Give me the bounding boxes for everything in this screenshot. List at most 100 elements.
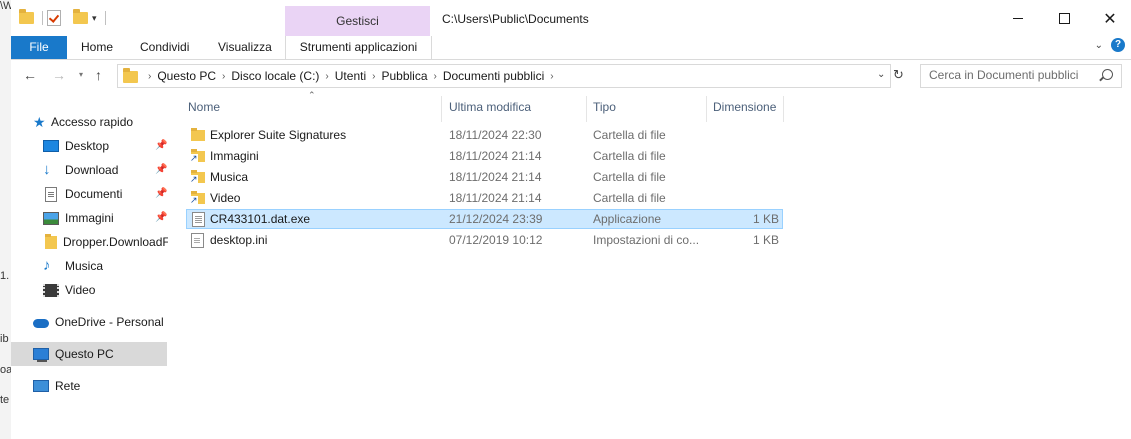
search-input[interactable] [921,65,1099,85]
title-bar: ▾ Gestisci C:\Users\Public\Documents ✕ [11,0,1131,37]
new-folder-icon[interactable] [73,9,88,24]
folder-shortcut-icon [190,170,205,184]
nav-item-label: Immagini [65,211,114,225]
breadcrumb-separator[interactable]: › [222,71,225,82]
column-header-modified[interactable]: Ultima modifica [449,98,579,117]
file-row-selected[interactable]: CR433101.dat.exe 21/12/2024 23:39 Applic… [186,209,783,229]
file-name: Video [210,191,241,205]
column-header-size[interactable]: Dimensione [713,98,783,117]
file-modified: 21/12/2024 23:39 [449,212,543,226]
file-size [711,125,779,145]
nav-item-onedrive[interactable]: OneDrive - Personal [33,310,171,334]
file-row[interactable]: Immagini 18/11/2024 21:14 Cartella di fi… [186,146,783,166]
file-row[interactable]: desktop.ini 07/12/2019 10:12 Impostazion… [186,230,783,250]
toolbar-separator [104,11,106,25]
document-icon [45,186,57,202]
column-divider[interactable] [783,96,784,122]
tab-share[interactable]: Condividi [140,36,189,59]
tab-view[interactable]: Visualizza [218,36,272,59]
refresh-icon[interactable]: ↻ [893,67,904,83]
maximize-button[interactable] [1041,0,1087,37]
folder-icon [123,68,138,83]
nav-item-label: Video [65,283,96,297]
expand-ribbon-chevron-icon[interactable]: ⌄ [1095,40,1103,51]
nav-item-dropper-folder[interactable]: Dropper.DownloadF [45,230,171,254]
pin-icon[interactable]: 📌 [155,164,167,175]
file-size [711,146,779,166]
file-row[interactable]: Video 18/11/2024 21:14 Cartella di file [186,188,783,208]
help-icon[interactable]: ? [1111,38,1125,52]
forward-button[interactable]: → [52,67,66,83]
pin-icon[interactable]: 📌 [155,188,167,199]
breadcrumb-item[interactable]: Pubblica [381,69,427,83]
close-button[interactable]: ✕ [1087,0,1131,37]
nav-item-desktop[interactable]: Desktop [43,134,171,158]
file-row[interactable]: Musica 18/11/2024 21:14 Cartella di file [186,167,783,187]
address-history-chevron-icon[interactable]: ⌄ [877,69,885,80]
breadcrumb-item[interactable]: Questo PC [157,69,216,83]
ini-file-icon [191,233,204,248]
column-header-name[interactable]: Nome [188,98,438,117]
nav-item-label: Questo PC [55,347,114,361]
address-bar[interactable]: › Questo PC › Disco locale (C:) › Utenti… [117,64,891,88]
properties-icon[interactable] [47,10,61,26]
back-button[interactable]: ← [23,67,37,83]
tab-app-tools[interactable]: Strumenti applicazioni [285,36,432,59]
nav-item-pictures[interactable]: Immagini [43,206,171,230]
navigation-pane: ★ Accesso rapido Desktop 📌 ↓ Download 📌 … [11,100,171,439]
tab-file[interactable]: File [11,36,67,59]
file-type: Cartella di file [593,191,666,205]
breadcrumb-separator[interactable]: › [434,71,437,82]
recent-locations-chevron-icon[interactable]: ▾ [79,70,83,79]
search-icon[interactable] [1102,69,1113,80]
file-list: ⌃ Nome Ultima modifica Tipo Dimensione E… [183,88,1123,439]
nav-item-quick-access[interactable]: ★ Accesso rapido [33,110,171,134]
onedrive-icon [33,319,49,328]
navigation-bar: ← → ▾ ↑ › Questo PC › Disco locale (C:) … [11,62,1131,90]
file-type: Impostazioni di co... [593,233,700,247]
file-row[interactable]: Explorer Suite Signatures 18/11/2024 22:… [186,125,783,145]
file-size [711,188,779,208]
file-size: 1 KB [752,212,779,226]
nav-item-network[interactable]: Rete [33,374,171,398]
breadcrumb-item[interactable]: Utenti [335,69,366,83]
folder-icon [45,233,57,249]
exe-file-icon [192,212,205,227]
pin-icon[interactable]: 📌 [155,212,167,223]
network-icon [33,380,49,392]
column-divider[interactable] [706,96,707,122]
nav-item-documents[interactable]: Documenti [45,182,171,206]
file-name: Musica [210,170,249,184]
nav-item-music[interactable]: ♪ Musica [43,254,171,278]
nav-item-video[interactable]: Video [43,278,171,302]
breadcrumb-item[interactable]: Documenti pubblici [443,69,544,83]
file-modified: 18/11/2024 21:14 [449,149,542,163]
folder-icon [191,128,205,141]
star-icon: ★ [33,114,46,130]
nav-item-this-pc[interactable]: Questo PC [11,342,167,366]
folder-icon [19,9,34,24]
nav-item-label: Documenti [65,187,123,201]
customize-toolbar-chevron-icon[interactable]: ▾ [92,13,97,24]
file-name: Immagini [210,149,259,163]
file-size [711,167,779,187]
column-divider[interactable] [441,96,442,122]
breadcrumb-separator[interactable]: › [550,71,553,82]
folder-shortcut-icon [190,191,205,205]
breadcrumb-separator[interactable]: › [372,71,375,82]
pictures-icon [43,211,59,225]
nav-item-label: Desktop [65,139,110,153]
breadcrumb-item[interactable]: Disco locale (C:) [231,69,319,83]
minimize-button[interactable] [995,0,1041,37]
file-modified: 18/11/2024 21:14 [449,191,542,205]
pin-icon[interactable]: 📌 [155,140,167,151]
up-button[interactable]: ↑ [95,67,102,83]
breadcrumb-separator[interactable]: › [148,71,151,82]
column-divider[interactable] [586,96,587,122]
context-tab-group[interactable]: Gestisci [285,6,430,37]
column-header-type[interactable]: Tipo [593,98,703,117]
nav-item-label: OneDrive - Personal [55,315,164,329]
breadcrumb-separator[interactable]: › [325,71,328,82]
tab-home[interactable]: Home [81,36,113,59]
nav-item-download[interactable]: ↓ Download [43,158,171,182]
